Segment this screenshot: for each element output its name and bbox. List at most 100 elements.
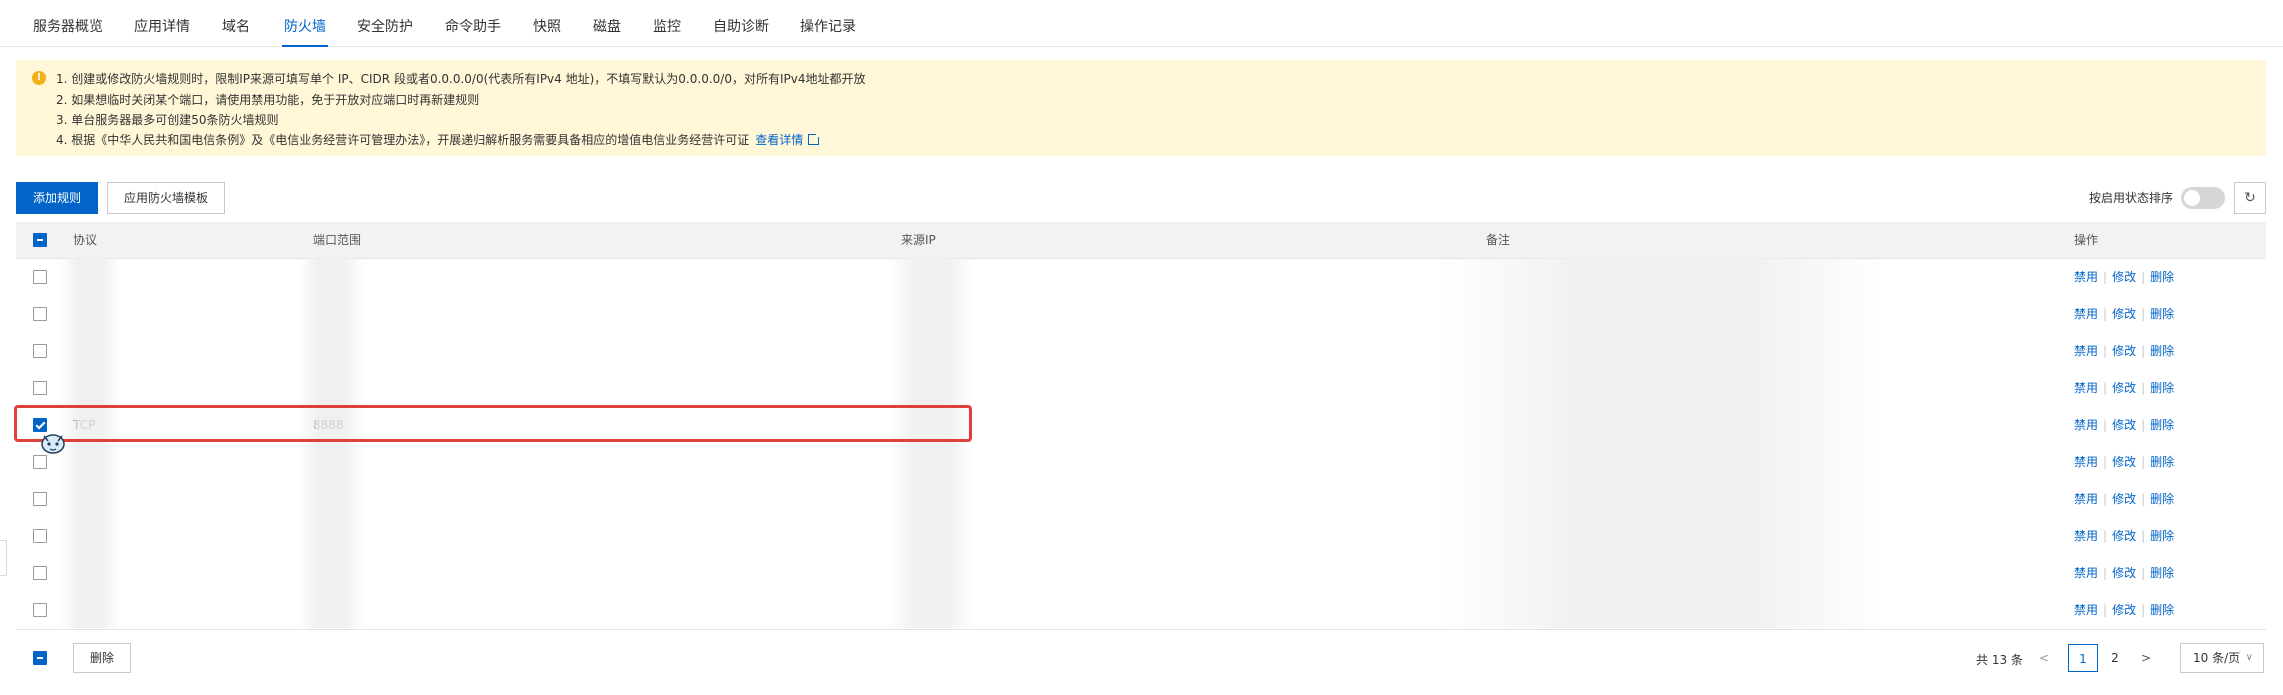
action-separator: | — [2103, 455, 2108, 469]
delete-button[interactable]: 删除 — [2150, 418, 2174, 432]
redacted-protocol-column — [60, 258, 120, 628]
row-checkbox[interactable] — [33, 603, 47, 617]
delete-button[interactable]: 删除 — [2150, 492, 2174, 506]
delete-button[interactable]: 删除 — [2150, 344, 2174, 358]
edit-button[interactable]: 修改 — [2112, 529, 2136, 543]
disable-button[interactable]: 禁用 — [2074, 270, 2098, 284]
tab-app-details[interactable]: 应用详情 — [134, 0, 190, 46]
tab-disk[interactable]: 磁盘 — [593, 0, 621, 46]
edit-button[interactable]: 修改 — [2112, 418, 2136, 432]
action-separator: | — [2141, 529, 2146, 543]
action-separator: | — [2103, 492, 2108, 506]
delete-button[interactable]: 删除 — [2150, 529, 2174, 543]
delete-button[interactable]: 删除 — [2150, 455, 2174, 469]
edit-button[interactable]: 修改 — [2112, 566, 2136, 580]
select-all-checkbox[interactable] — [33, 233, 47, 247]
delete-button[interactable]: 删除 — [2150, 381, 2174, 395]
delete-button[interactable]: 删除 — [2150, 603, 2174, 617]
redacted-remark-column — [1443, 258, 1883, 628]
tab-monitoring[interactable]: 监控 — [653, 0, 681, 46]
disable-button[interactable]: 禁用 — [2074, 455, 2098, 469]
row-checkbox[interactable] — [33, 529, 47, 543]
disable-button[interactable]: 禁用 — [2074, 344, 2098, 358]
disable-button[interactable]: 禁用 — [2074, 566, 2098, 580]
action-separator: | — [2141, 492, 2146, 506]
edit-button[interactable]: 修改 — [2112, 307, 2136, 321]
refresh-button[interactable]: ↻ — [2234, 182, 2266, 214]
selected-row-highlight — [14, 405, 972, 442]
prev-page-button[interactable]: < — [2034, 644, 2054, 672]
toggle-knob — [2184, 190, 2200, 206]
external-link-icon — [808, 132, 822, 145]
row-checkbox[interactable] — [33, 307, 47, 321]
action-separator: | — [2141, 270, 2146, 284]
action-separator: | — [2103, 270, 2108, 284]
action-separator: | — [2103, 566, 2108, 580]
disable-button[interactable]: 禁用 — [2074, 381, 2098, 395]
tab-server-overview[interactable]: 服务器概览 — [33, 0, 103, 46]
action-separator: | — [2141, 566, 2146, 580]
tab-command-assistant[interactable]: 命令助手 — [445, 0, 501, 46]
disable-button[interactable]: 禁用 — [2074, 603, 2098, 617]
tab-self-diagnosis[interactable]: 自助诊断 — [713, 0, 769, 46]
action-separator: | — [2141, 418, 2146, 432]
tab-snapshot[interactable]: 快照 — [533, 0, 561, 46]
page-size-select[interactable]: 10 条/页 ∨ — [2180, 643, 2264, 673]
view-details-link[interactable]: 查看详情 — [755, 132, 822, 147]
footer-select-all-checkbox[interactable] — [33, 651, 47, 665]
redacted-port-column — [298, 258, 364, 628]
action-separator: | — [2103, 307, 2108, 321]
delete-button[interactable]: 删除 — [2150, 307, 2174, 321]
side-panel-handle[interactable] — [0, 540, 7, 576]
action-separator: | — [2141, 307, 2146, 321]
chevron-down-icon: ∨ — [2245, 652, 2253, 663]
disable-button[interactable]: 禁用 — [2074, 307, 2098, 321]
edit-button[interactable]: 修改 — [2112, 381, 2136, 395]
sort-by-status-label: 按启用状态排序 — [2089, 191, 2174, 205]
row-checkbox[interactable] — [33, 344, 47, 358]
row-checkbox[interactable] — [33, 492, 47, 506]
header-protocol: 协议 — [73, 233, 98, 247]
batch-delete-button[interactable]: 删除 — [73, 643, 131, 673]
row-checkbox[interactable] — [33, 381, 47, 395]
chevron-right-icon: > — [2140, 651, 2152, 665]
page-1-button[interactable]: 1 — [2068, 644, 2098, 672]
action-separator: | — [2141, 603, 2146, 617]
edit-button[interactable]: 修改 — [2112, 270, 2136, 284]
row-actions: 禁用 | 修改 | 删除 — [2074, 555, 2174, 592]
next-page-button[interactable]: > — [2136, 644, 2156, 672]
total-count: 共 13 条 — [1976, 653, 2023, 667]
action-separator: | — [2103, 603, 2108, 617]
tab-firewall[interactable]: 防火墙 — [282, 0, 328, 47]
row-actions: 禁用 | 修改 | 删除 — [2074, 407, 2174, 444]
row-checkbox[interactable] — [33, 566, 47, 580]
refresh-icon: ↻ — [2244, 190, 2256, 206]
action-separator: | — [2103, 529, 2108, 543]
sort-by-status-toggle[interactable] — [2181, 187, 2225, 209]
notice-line-4-text: 4. 根据《中华人民共和国电信条例》及《电信业务经营许可管理办法》，开展递归解析… — [56, 133, 750, 147]
disable-button[interactable]: 禁用 — [2074, 418, 2098, 432]
header-actions: 操作 — [2074, 233, 2099, 247]
disable-button[interactable]: 禁用 — [2074, 529, 2098, 543]
delete-button[interactable]: 删除 — [2150, 566, 2174, 580]
notice-line-1: 1. 创建或修改防火墙规则时，限制IP来源可填写单个 IP、CIDR 段或者0.… — [56, 72, 866, 86]
tab-domain[interactable]: 域名 — [222, 0, 250, 46]
firewall-notice: ! 1. 创建或修改防火墙规则时，限制IP来源可填写单个 IP、CIDR 段或者… — [16, 60, 2266, 156]
edit-button[interactable]: 修改 — [2112, 455, 2136, 469]
tab-operation-log[interactable]: 操作记录 — [800, 0, 856, 46]
row-actions: 禁用 | 修改 | 删除 — [2074, 296, 2174, 333]
row-actions: 禁用 | 修改 | 删除 — [2074, 370, 2174, 407]
add-rule-button[interactable]: 添加规则 — [16, 182, 98, 214]
apply-template-button[interactable]: 应用防火墙模板 — [107, 182, 225, 214]
action-separator: | — [2141, 381, 2146, 395]
edit-button[interactable]: 修改 — [2112, 603, 2136, 617]
page-2-button[interactable]: 2 — [2105, 644, 2125, 672]
row-checkbox[interactable] — [33, 270, 47, 284]
disable-button[interactable]: 禁用 — [2074, 492, 2098, 506]
delete-button[interactable]: 删除 — [2150, 270, 2174, 284]
chevron-left-icon: < — [2038, 651, 2050, 665]
tab-security[interactable]: 安全防护 — [357, 0, 413, 46]
edit-button[interactable]: 修改 — [2112, 492, 2136, 506]
edit-button[interactable]: 修改 — [2112, 344, 2136, 358]
redacted-source-ip-column — [888, 258, 974, 628]
